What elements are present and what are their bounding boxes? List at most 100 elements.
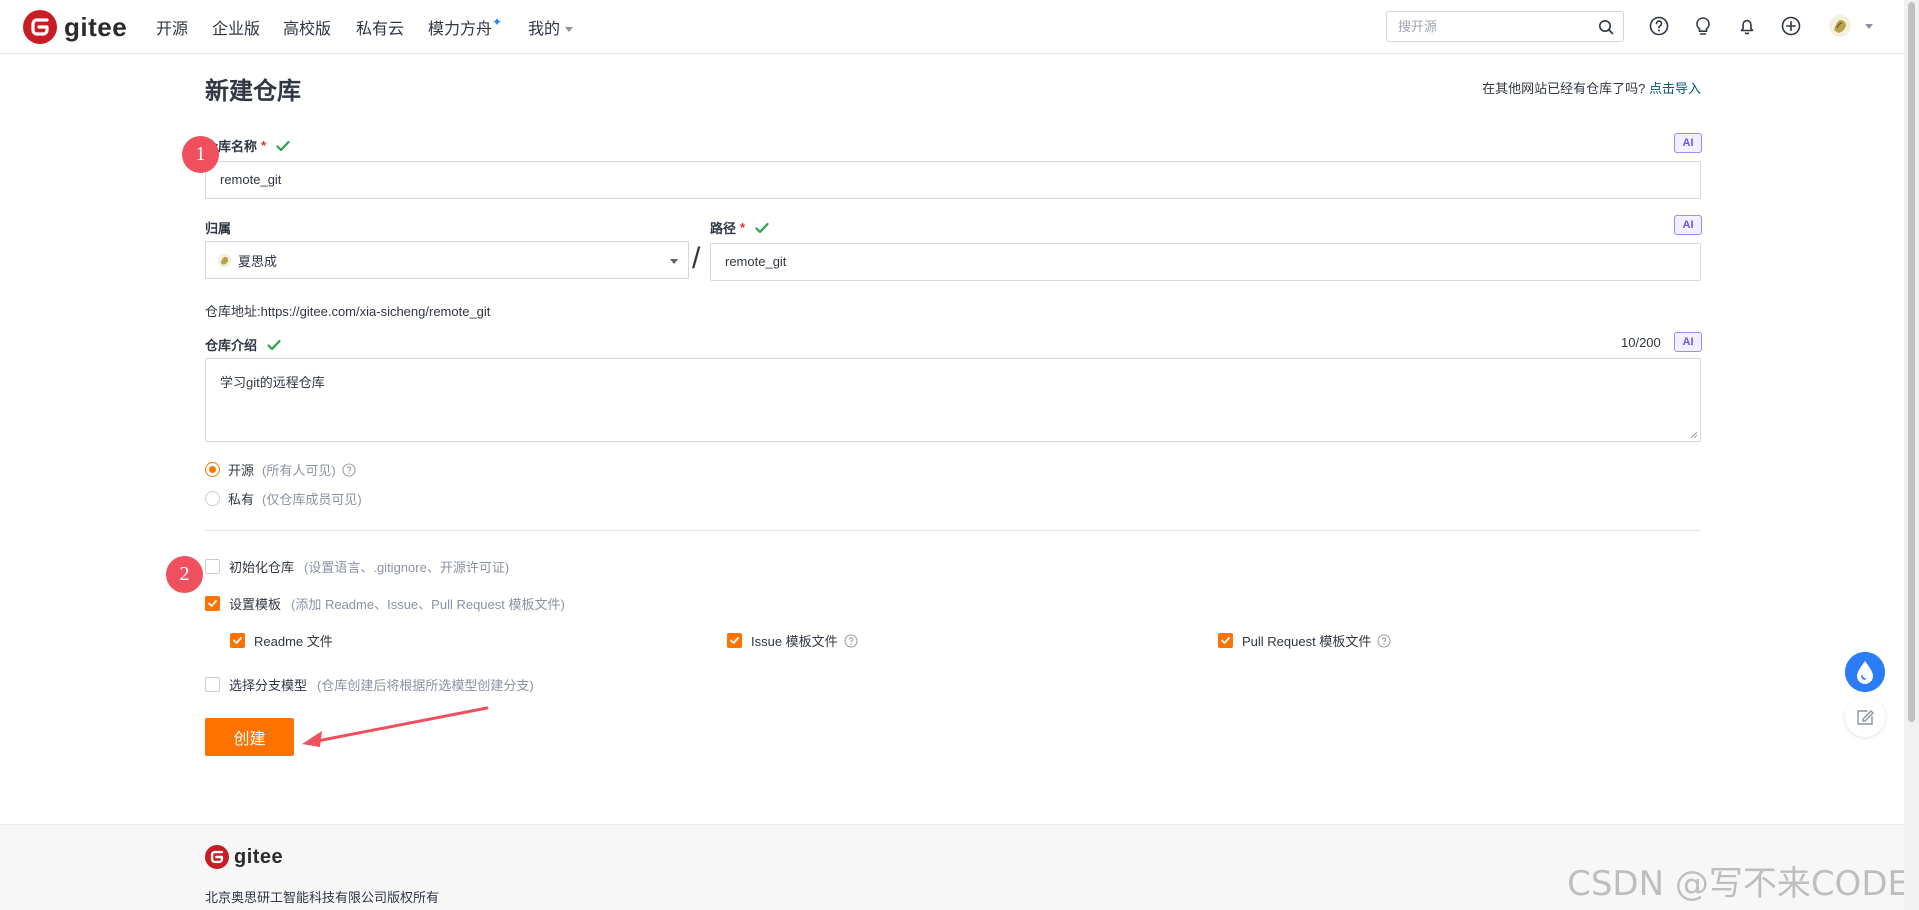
- feedback-float-button[interactable]: [1845, 697, 1885, 737]
- avatar-caret-icon[interactable]: [1865, 24, 1873, 29]
- init-repo-option[interactable]: 初始化仓库 (设置语言、.gitignore、开源许可证): [205, 557, 509, 576]
- search-box: [1386, 11, 1624, 42]
- chevron-down-icon: [565, 27, 574, 33]
- nav-education[interactable]: 高校版: [283, 15, 331, 39]
- visibility-private-hint: (仅仓库成员可见): [262, 492, 362, 507]
- nav-moli-label: 模力方舟: [428, 21, 493, 38]
- nav-mine[interactable]: 我的: [528, 15, 574, 39]
- nav-moli[interactable]: 模力方舟✦: [428, 15, 502, 39]
- visibility-private[interactable]: 私有 (仅仓库成员可见): [205, 489, 362, 508]
- gitee-logo[interactable]: gitee: [23, 10, 127, 44]
- footer-logo[interactable]: gitee: [205, 845, 283, 869]
- template-readme[interactable]: Readme 文件: [230, 631, 333, 650]
- bell-icon[interactable]: [1736, 15, 1758, 37]
- help-icon[interactable]: [1648, 15, 1670, 37]
- import-hint-text: 在其他网站已经有仓库了吗?: [1482, 81, 1646, 96]
- set-template-option[interactable]: 设置模板 (添加 Readme、Issue、Pull Request 模板文件): [205, 594, 565, 613]
- check-icon: [267, 339, 281, 350]
- section-divider: [205, 530, 1701, 531]
- set-template-label: 设置模板: [229, 597, 282, 612]
- set-template-hint: (添加 Readme、Issue、Pull Request 模板文件): [291, 597, 565, 612]
- ai-badge-path[interactable]: AI: [1674, 215, 1702, 235]
- page-title: 新建仓库: [205, 78, 301, 105]
- required-mark: *: [261, 138, 267, 153]
- owner-select[interactable]: 夏思成: [205, 241, 689, 279]
- path-separator: /: [692, 242, 701, 275]
- visibility-private-label: 私有: [228, 492, 255, 507]
- init-repo-checkbox[interactable]: [205, 559, 220, 574]
- intro-char-count: 10/200: [1621, 335, 1661, 350]
- create-button[interactable]: 创建: [205, 718, 294, 756]
- visibility-public[interactable]: 开源 (所有人可见): [205, 460, 356, 479]
- resize-grip-icon[interactable]: [1690, 431, 1698, 439]
- nav-mine-label: 我的: [528, 21, 561, 38]
- owner-label-text: 归属: [205, 221, 232, 236]
- nav-enterprise[interactable]: 企业版: [212, 15, 260, 39]
- required-mark: *: [740, 220, 746, 235]
- lightbulb-icon[interactable]: [1692, 15, 1714, 37]
- owner-label: 归属: [205, 218, 231, 237]
- page-scrollbar[interactable]: [1904, 0, 1919, 910]
- search-icon[interactable]: [1598, 19, 1614, 35]
- ai-badge-repo-name[interactable]: AI: [1674, 133, 1702, 153]
- import-link[interactable]: 点击导入: [1649, 81, 1701, 96]
- visibility-public-label: 开源: [228, 463, 255, 478]
- init-repo-hint: (设置语言、.gitignore、开源许可证): [304, 560, 510, 575]
- template-pull-request[interactable]: Pull Request 模板文件: [1218, 631, 1391, 650]
- user-avatar[interactable]: [1828, 14, 1852, 38]
- search-input[interactable]: [1387, 12, 1587, 41]
- owner-avatar: [217, 253, 232, 267]
- step-2-badge: 2: [166, 556, 203, 593]
- assistant-float-button[interactable]: [1845, 652, 1885, 692]
- repo-url-label: 仓库地址:: [205, 304, 261, 319]
- check-icon: [276, 140, 290, 151]
- edit-note-icon: [1857, 710, 1874, 725]
- intro-textarea[interactable]: 学习git的远程仓库: [205, 358, 1701, 442]
- intro-label-text: 仓库介绍: [205, 338, 258, 353]
- check-icon: [755, 222, 769, 233]
- scrollbar-thumb[interactable]: [1908, 2, 1915, 722]
- template-issue[interactable]: Issue 模板文件: [727, 631, 858, 650]
- intro-text: 学习git的远程仓库: [220, 375, 325, 390]
- pull-request-checkbox[interactable]: [1218, 633, 1233, 648]
- footer-logo-text: gitee: [234, 845, 284, 868]
- branch-model-hint: (仓库创建后将根据所选模型创建分支): [317, 678, 534, 693]
- branch-model-label: 选择分支模型: [229, 678, 308, 693]
- sparkle-icon: ✦: [492, 15, 503, 29]
- set-template-checkbox[interactable]: [205, 596, 220, 611]
- nav-opensource[interactable]: 开源: [156, 15, 188, 39]
- pull-request-label: Pull Request 模板文件: [1242, 634, 1372, 649]
- step-1-badge: 1: [182, 136, 219, 173]
- nav-private-cloud[interactable]: 私有云: [356, 15, 404, 39]
- water-drop-icon: [1845, 652, 1885, 692]
- readme-checkbox[interactable]: [230, 633, 245, 648]
- page-root: gitee 开源 企业版 高校版 私有云 模力方舟✦ 我的 搜开源 新建仓库 在…: [0, 0, 1919, 910]
- question-circle-icon[interactable]: [1377, 633, 1391, 648]
- path-input[interactable]: remote_git: [710, 243, 1701, 281]
- plus-circle-icon[interactable]: [1780, 15, 1802, 37]
- repo-url-value: https://gitee.com/xia-sicheng/remote_git: [260, 304, 491, 319]
- question-circle-icon[interactable]: [844, 633, 858, 648]
- gitee-logo-icon: [205, 845, 229, 869]
- csdn-watermark: CSDN @写不来CODE: [1567, 864, 1909, 904]
- path-label: 路径 *: [710, 218, 769, 237]
- visibility-public-hint: (所有人可见): [262, 463, 336, 478]
- branch-model-option[interactable]: 选择分支模型 (仓库创建后将根据所选模型创建分支): [205, 675, 534, 694]
- issue-checkbox[interactable]: [727, 633, 742, 648]
- readme-label: Readme 文件: [254, 634, 333, 649]
- chevron-down-icon: [670, 259, 678, 264]
- radio-private[interactable]: [205, 491, 220, 506]
- repo-name-input[interactable]: remote_git: [205, 161, 1701, 199]
- footer-copyright: 北京奥思研工智能科技有限公司版权所有: [205, 890, 440, 905]
- gitee-logo-icon: [23, 10, 57, 44]
- repo-url-line: 仓库地址:https://gitee.com/xia-sicheng/remot…: [205, 301, 490, 320]
- branch-model-checkbox[interactable]: [205, 677, 220, 692]
- top-navbar: gitee 开源 企业版 高校版 私有云 模力方舟✦ 我的: [0, 0, 1904, 54]
- issue-label: Issue 模板文件: [751, 634, 838, 649]
- intro-label: 仓库介绍: [205, 335, 281, 354]
- question-circle-icon[interactable]: [342, 462, 356, 477]
- ai-badge-intro[interactable]: AI: [1674, 332, 1702, 352]
- path-label-text: 路径: [710, 221, 737, 236]
- radio-public[interactable]: [205, 462, 220, 477]
- import-hint: 在其他网站已经有仓库了吗? 点击导入: [1482, 78, 1701, 97]
